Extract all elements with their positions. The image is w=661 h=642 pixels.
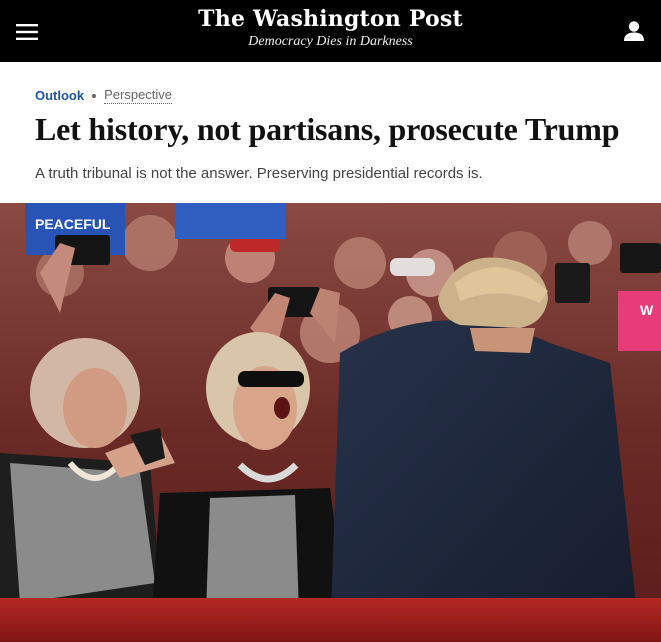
- article-kicker: Outlook Perspective: [35, 87, 173, 104]
- photo-barrier: [0, 598, 661, 642]
- lead-photo: PEACEFUL W: [0, 203, 661, 642]
- sign-text-left: PEACEFUL: [35, 216, 111, 232]
- perspective-label[interactable]: Perspective: [104, 87, 173, 104]
- sign-text-right: W: [640, 302, 654, 318]
- article-subheadline: A truth tribunal is not the answer. Pres…: [35, 165, 483, 182]
- section-link-outlook[interactable]: Outlook: [35, 88, 84, 104]
- kicker-separator-dot: [92, 93, 97, 98]
- user-account-icon[interactable]: [621, 18, 647, 44]
- pink-sign: W: [618, 291, 661, 351]
- article-header: Outlook Perspective Let history, not par…: [0, 62, 661, 202]
- article-headline: Let history, not partisans, prosecute Tr…: [35, 111, 620, 147]
- masthead[interactable]: The Washington Post Democracy Dies in Da…: [0, 6, 661, 50]
- top-navigation-bar: The Washington Post Democracy Dies in Da…: [0, 0, 661, 62]
- masthead-logo[interactable]: The Washington Post: [0, 6, 661, 32]
- masthead-tagline: Democracy Dies in Darkness: [248, 34, 413, 49]
